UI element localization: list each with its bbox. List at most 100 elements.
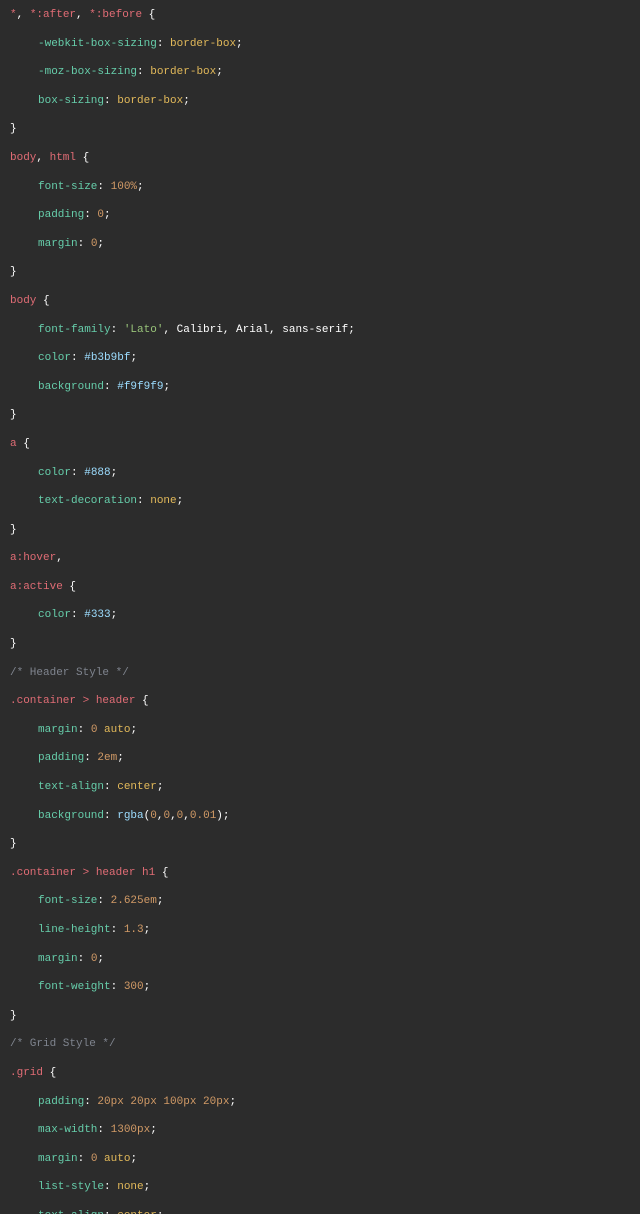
token-w: } [10, 409, 17, 421]
token-w: : [137, 66, 150, 78]
token-w [97, 724, 104, 736]
token-num: 0.01 [190, 810, 216, 822]
token-w: ; [150, 1124, 157, 1136]
code-line: /* Header Style */ [10, 666, 630, 680]
token-num: 1300px [111, 1124, 151, 1136]
token-num: 0 [163, 810, 170, 822]
code-line: line-height: 1.3; [10, 923, 630, 937]
token-prop: text-align [38, 1210, 104, 1214]
token-kw: #b3b9bf [84, 352, 130, 364]
code-line: /* Grid Style */ [10, 1037, 630, 1051]
token-w: ; [183, 95, 190, 107]
token-w [97, 1153, 104, 1165]
code-line: text-decoration: none; [10, 494, 630, 508]
token-w: ; [216, 66, 223, 78]
code-line: *, *:after, *:before { [10, 8, 630, 22]
token-w: } [10, 524, 17, 536]
token-w: { [155, 867, 168, 879]
token-prop: text-align [38, 781, 104, 793]
token-prop: font-weight [38, 981, 111, 993]
code-line: list-style: none; [10, 1180, 630, 1194]
code-line: margin: 0 auto; [10, 723, 630, 737]
token-w: , [36, 152, 49, 164]
token-val: none [150, 495, 176, 507]
token-prop: background [38, 381, 104, 393]
token-val: center [117, 1210, 157, 1214]
token-sel: .grid [10, 1067, 43, 1079]
token-w: ; [177, 495, 184, 507]
token-w: : [78, 953, 91, 965]
code-line: padding: 20px 20px 100px 20px; [10, 1095, 630, 1109]
token-prop: -moz-box-sizing [38, 66, 137, 78]
token-w: ; [157, 1210, 164, 1214]
token-prop: box-sizing [38, 95, 104, 107]
token-prop: font-size [38, 181, 97, 193]
token-w: : [84, 1096, 97, 1108]
token-sel: a:active [10, 581, 63, 593]
code-line: } [10, 837, 630, 851]
code-line: } [10, 637, 630, 651]
token-num: 2em [97, 752, 117, 764]
code-line: background: rgba(0,0,0,0.01); [10, 809, 630, 823]
token-sel: a:hover [10, 552, 56, 564]
token-w: { [36, 295, 49, 307]
token-w: ; [104, 209, 111, 221]
code-line: font-family: 'Lato', Calibri, Arial, san… [10, 323, 630, 337]
token-val: border-box [150, 66, 216, 78]
token-sel: .container > header [10, 695, 135, 707]
token-prop: color [38, 467, 71, 479]
token-w: : [97, 895, 110, 907]
token-num: 0 [91, 953, 98, 965]
token-prop: padding [38, 752, 84, 764]
token-com: /* Header Style */ [10, 667, 129, 679]
token-w: ; [137, 181, 144, 193]
token-fn: rgba [117, 810, 143, 822]
token-val: none [117, 1181, 143, 1193]
token-w: : [78, 724, 91, 736]
token-w: : [104, 781, 117, 793]
token-prop: -webkit-box-sizing [38, 38, 157, 50]
token-w: ; [111, 609, 118, 621]
token-w: : [71, 609, 84, 621]
token-sel: *:after [30, 9, 76, 21]
token-val: border-box [170, 38, 236, 50]
code-line: color: #b3b9bf; [10, 351, 630, 365]
token-prop: margin [38, 238, 78, 250]
token-w: { [63, 581, 76, 593]
token-w: : [71, 352, 84, 364]
token-w: , [157, 810, 164, 822]
token-w: ; [229, 1096, 236, 1108]
token-prop: color [38, 609, 71, 621]
token-w: ; [157, 895, 164, 907]
token-prop: font-size [38, 895, 97, 907]
token-prop: background [38, 810, 104, 822]
token-w: } [10, 638, 17, 650]
token-w: ; [130, 352, 137, 364]
code-line: text-align: center; [10, 1209, 630, 1214]
token-kw: #f9f9f9 [117, 381, 163, 393]
token-w: : [111, 924, 124, 936]
token-w: : [84, 752, 97, 764]
code-line: body { [10, 294, 630, 308]
token-w: , [56, 552, 63, 564]
token-val: auto [104, 1153, 130, 1165]
token-w: { [43, 1067, 56, 1079]
code-line: box-sizing: border-box; [10, 94, 630, 108]
token-w: : [78, 238, 91, 250]
token-w: : [104, 810, 117, 822]
token-w: : [111, 324, 124, 336]
token-w: : [97, 1124, 110, 1136]
code-line: .grid { [10, 1066, 630, 1080]
token-prop: max-width [38, 1124, 97, 1136]
code-line: } [10, 523, 630, 537]
code-line: padding: 0; [10, 208, 630, 222]
token-w: ; [117, 752, 124, 764]
token-w: , [76, 9, 89, 21]
token-num: 0 [91, 724, 98, 736]
token-num: 300 [124, 981, 144, 993]
token-kw: #333 [84, 609, 110, 621]
code-line: -moz-box-sizing: border-box; [10, 65, 630, 79]
token-prop: padding [38, 1096, 84, 1108]
token-w: , [17, 9, 30, 21]
token-prop: font-family [38, 324, 111, 336]
